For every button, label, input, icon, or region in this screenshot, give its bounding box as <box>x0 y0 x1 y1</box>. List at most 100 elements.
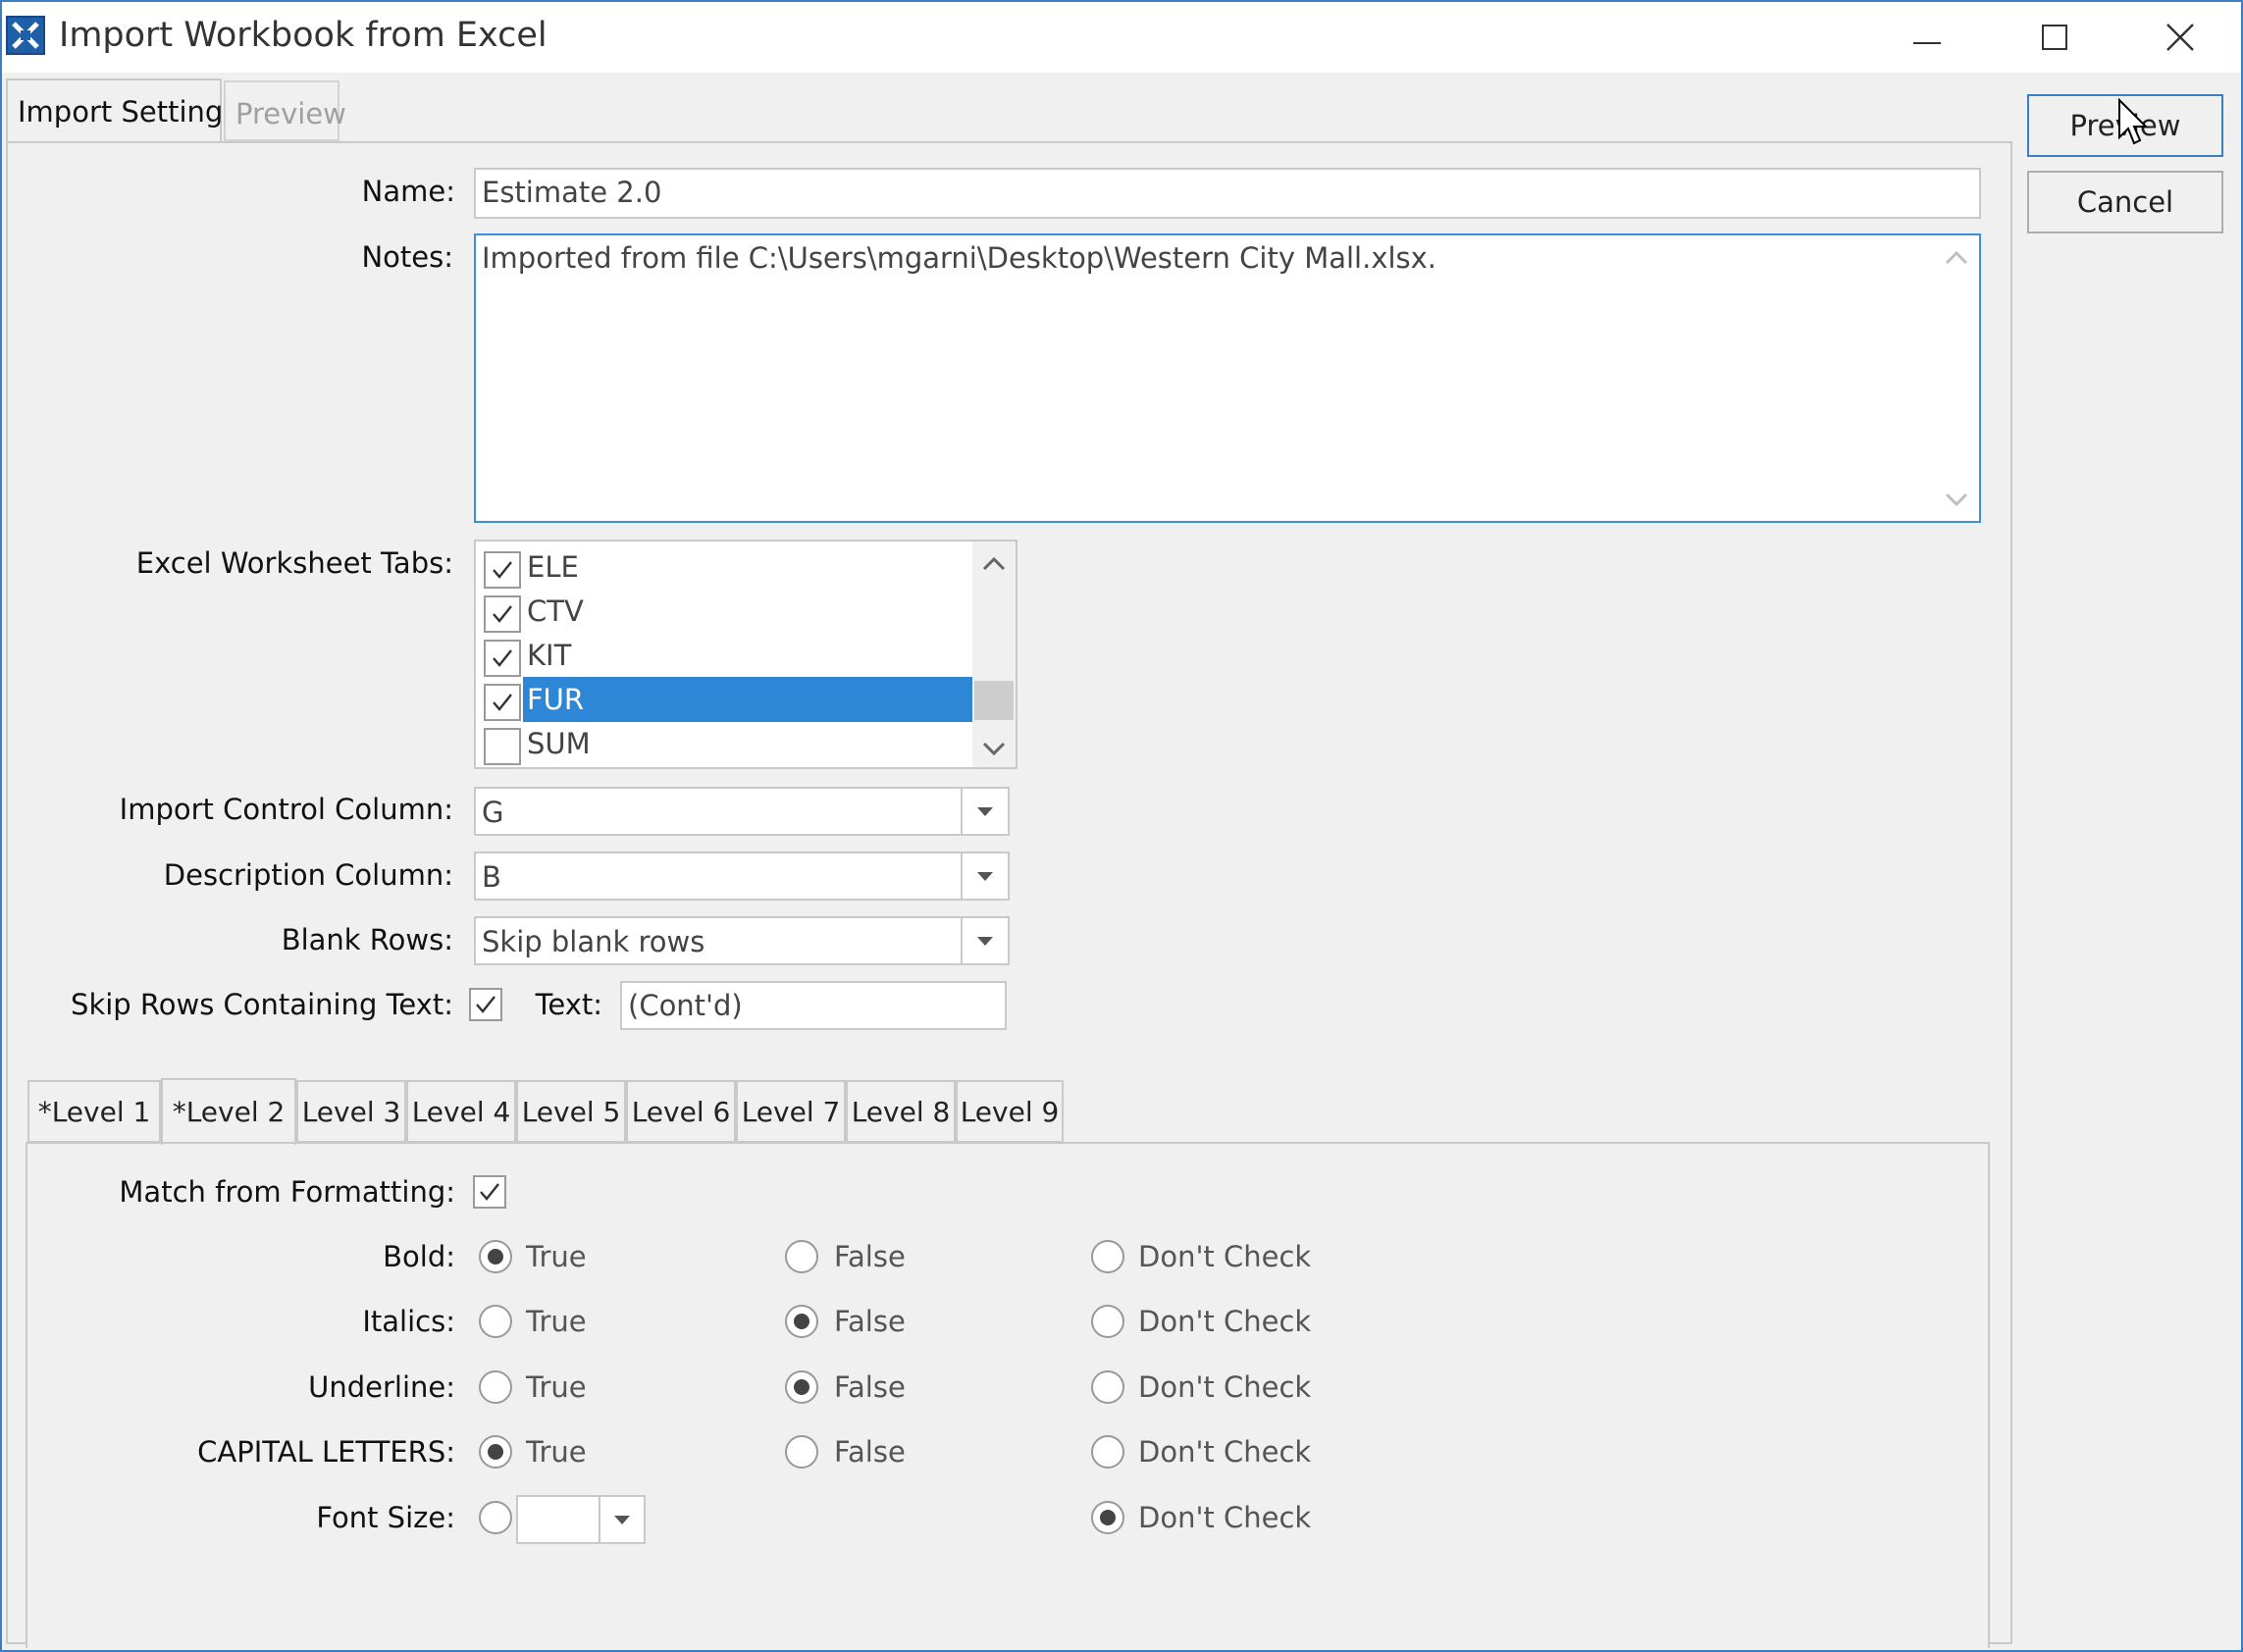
notes-text: Imported from file C:\Users\mgarni\Deskt… <box>482 241 1437 275</box>
name-label: Name: <box>361 175 455 208</box>
list-item[interactable]: SUM <box>480 721 970 766</box>
underline-label: Underline: <box>308 1370 455 1404</box>
check-icon <box>493 561 512 579</box>
import-control-value: G <box>482 796 504 829</box>
list-scrollbar[interactable] <box>972 542 1016 767</box>
tab-level-7[interactable]: Level 7 <box>736 1080 846 1143</box>
list-item-label: ELE <box>527 550 579 584</box>
description-label: Description Column: <box>163 858 453 892</box>
bold-label: Bold: <box>383 1240 455 1273</box>
capitals-false-label: False <box>834 1435 906 1469</box>
capitals-dont-check-label: Don't Check <box>1138 1435 1312 1469</box>
maximize-button[interactable] <box>1992 2 2117 73</box>
close-button[interactable] <box>2117 2 2243 73</box>
italics-dont-check-label: Don't Check <box>1138 1305 1312 1338</box>
capital-letters-label: CAPITAL LETTERS: <box>197 1435 455 1469</box>
check-icon <box>476 996 496 1013</box>
list-item[interactable]: KIT <box>480 633 970 678</box>
list-item-label: FUR <box>523 677 974 722</box>
italics-dont-check-radio[interactable] <box>1091 1305 1124 1338</box>
check-icon <box>493 649 512 667</box>
check-icon <box>480 1183 499 1201</box>
tab-level-8[interactable]: Level 8 <box>846 1080 956 1143</box>
font-size-label: Font Size: <box>316 1501 455 1534</box>
bold-false-label: False <box>834 1240 906 1273</box>
tab-level-1[interactable]: *Level 1 <box>27 1080 161 1143</box>
list-item-label: SUM <box>527 727 591 760</box>
list-item[interactable]: CTV <box>480 589 970 634</box>
checkbox[interactable] <box>484 551 521 589</box>
checkbox[interactable] <box>484 684 521 721</box>
blank-rows-select[interactable]: Skip blank rows <box>474 916 1010 965</box>
cancel-button[interactable]: Cancel <box>2027 171 2223 233</box>
chevron-down-icon[interactable] <box>961 789 1008 834</box>
skip-text-input[interactable]: (Cont'd) <box>620 981 1007 1030</box>
underline-false-label: False <box>834 1370 906 1404</box>
app-icon <box>6 16 45 55</box>
check-icon <box>493 605 512 623</box>
tab-level-4[interactable]: Level 4 <box>406 1080 516 1143</box>
capitals-true-label: True <box>526 1435 587 1469</box>
tab-level-5[interactable]: Level 5 <box>516 1080 626 1143</box>
font-size-radio[interactable] <box>479 1501 512 1534</box>
chevron-down-icon[interactable] <box>961 918 1008 963</box>
text-label: Text: <box>535 988 602 1021</box>
tab-import-settings[interactable]: Import Settings <box>6 78 237 143</box>
list-item-label: KIT <box>527 639 572 672</box>
minimize-button[interactable] <box>1864 2 1990 73</box>
minimize-icon <box>1913 42 1941 44</box>
capitals-dont-check-radio[interactable] <box>1091 1435 1124 1469</box>
capitals-true-radio[interactable] <box>479 1435 512 1469</box>
name-input[interactable]: Estimate 2.0 <box>474 168 1981 219</box>
import-control-label: Import Control Column: <box>119 793 453 826</box>
skip-rows-checkbox[interactable] <box>469 988 502 1021</box>
list-item-label: CTV <box>527 594 584 628</box>
italics-true-radio[interactable] <box>479 1305 512 1338</box>
list-item[interactable]: ELE <box>480 544 970 590</box>
chevron-down-icon[interactable] <box>961 853 1008 899</box>
italics-false-radio[interactable] <box>785 1305 818 1338</box>
tab-level-3[interactable]: Level 3 <box>296 1080 406 1143</box>
tab-preview[interactable]: Preview <box>224 80 346 141</box>
chevron-down-icon[interactable] <box>599 1497 644 1542</box>
check-icon <box>493 694 512 711</box>
underline-true-radio[interactable] <box>479 1370 512 1404</box>
tab-level-6[interactable]: Level 6 <box>626 1080 736 1143</box>
checkbox[interactable] <box>484 595 521 633</box>
bold-dont-check-radio[interactable] <box>1091 1240 1124 1273</box>
notes-textarea[interactable]: Imported from file C:\Users\mgarni\Deskt… <box>474 233 1981 523</box>
skip-rows-label: Skip Rows Containing Text: <box>71 988 453 1021</box>
mouse-cursor-icon <box>2117 97 2149 147</box>
font-size-dont-check-label: Don't Check <box>1138 1501 1312 1534</box>
tab-level-9[interactable]: Level 9 <box>956 1080 1064 1143</box>
notes-label: Notes: <box>361 240 453 274</box>
maximize-icon <box>2042 25 2067 50</box>
bold-true-radio[interactable] <box>479 1240 512 1273</box>
description-select[interactable]: B <box>474 852 1010 901</box>
blank-rows-label: Blank Rows: <box>281 923 453 956</box>
match-formatting-checkbox[interactable] <box>473 1175 506 1209</box>
underline-false-radio[interactable] <box>785 1370 818 1404</box>
underline-dont-check-radio[interactable] <box>1091 1370 1124 1404</box>
italics-false-label: False <box>834 1305 906 1338</box>
import-control-select[interactable]: G <box>474 787 1010 836</box>
italics-label: Italics: <box>362 1305 455 1338</box>
tab-level-2[interactable]: *Level 2 <box>161 1078 296 1145</box>
font-size-dont-check-radio[interactable] <box>1091 1501 1124 1534</box>
underline-dont-check-label: Don't Check <box>1138 1370 1312 1404</box>
bold-false-radio[interactable] <box>785 1240 818 1273</box>
bold-true-label: True <box>526 1240 587 1273</box>
notes-scrollbar[interactable] <box>1935 235 1978 520</box>
list-item[interactable]: FUR <box>480 677 974 722</box>
checkbox[interactable] <box>484 728 521 765</box>
worksheet-tabs-list[interactable]: ELE CTV KIT FUR SUM <box>474 540 1017 769</box>
checkbox[interactable] <box>484 640 521 677</box>
blank-rows-value: Skip blank rows <box>482 925 705 958</box>
font-size-select[interactable] <box>516 1495 646 1544</box>
capitals-false-radio[interactable] <box>785 1435 818 1469</box>
close-icon <box>2166 24 2194 51</box>
description-value: B <box>482 860 501 894</box>
match-formatting-label: Match from Formatting: <box>119 1175 455 1209</box>
worksheet-tabs-label: Excel Worksheet Tabs: <box>135 546 453 580</box>
window-title: Import Workbook from Excel <box>59 16 548 55</box>
